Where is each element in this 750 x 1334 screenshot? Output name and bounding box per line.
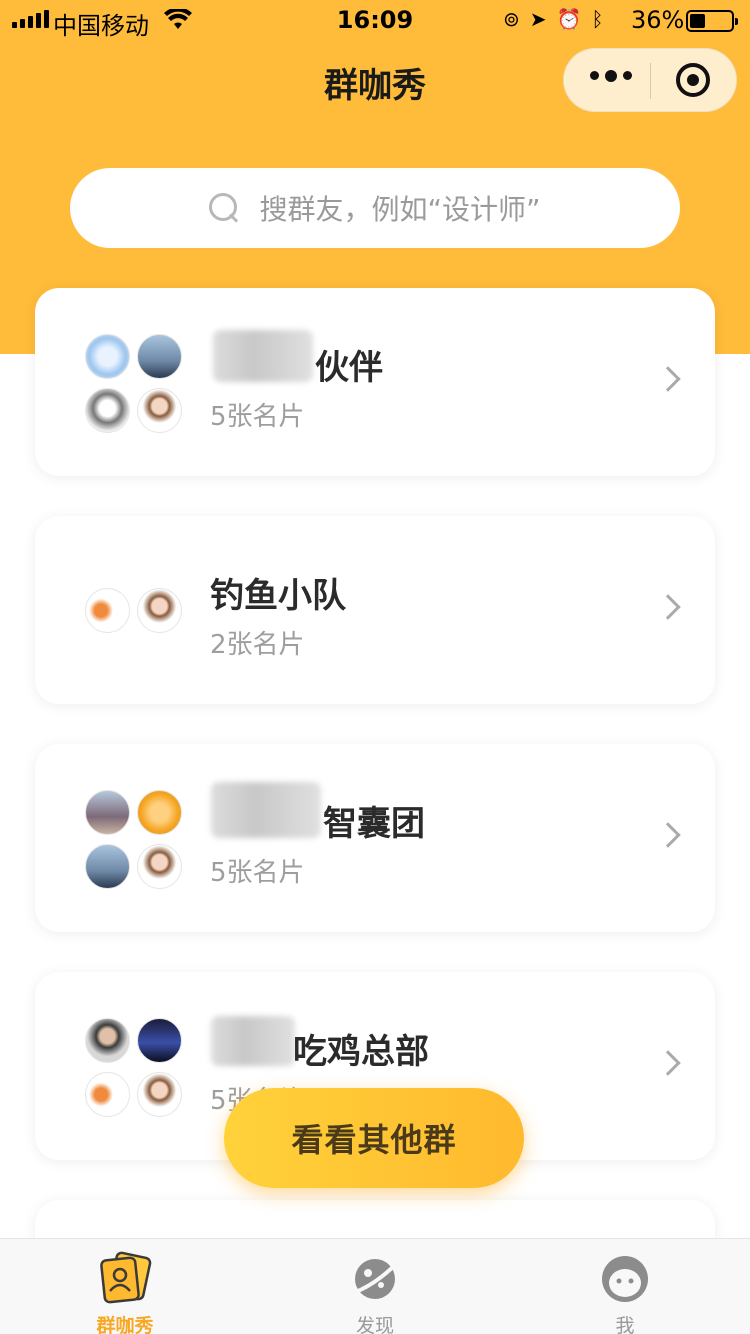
face-icon — [602, 1256, 648, 1302]
avatar — [85, 790, 130, 835]
battery-icon — [686, 10, 738, 32]
group-name: 伙伴 — [315, 348, 383, 388]
search-placeholder: 搜群友，例如“设计师” — [259, 193, 541, 226]
tab-discover[interactable]: 发现 — [250, 1239, 500, 1334]
tab-me[interactable]: 我 — [500, 1239, 750, 1334]
planet-icon — [352, 1259, 399, 1299]
avatar — [85, 1018, 130, 1063]
chevron-right-icon — [655, 1050, 681, 1076]
location-icon: ➤ — [529, 7, 547, 31]
avatar — [85, 588, 130, 633]
search-input[interactable]: 搜群友，例如“设计师” — [70, 168, 680, 248]
status-icons: ⊚ ➤ ⏰ ᛒ — [503, 7, 603, 31]
bluetooth-icon: ᛒ — [591, 7, 604, 31]
redacted-text — [213, 330, 313, 382]
group-avatars — [85, 288, 185, 476]
mini-program-capsule — [563, 48, 737, 112]
avatar — [85, 844, 130, 889]
group-card[interactable]: 钓鱼小队 2张名片 — [35, 516, 715, 704]
tab-bar: 群咖秀 发现 我 — [0, 1238, 750, 1334]
group-card[interactable]: 伙伴 5张名片 — [35, 288, 715, 476]
group-name: 智囊团 — [323, 804, 425, 844]
avatar — [137, 1018, 182, 1063]
tab-label: 我 — [615, 1315, 635, 1334]
chevron-right-icon — [655, 594, 681, 620]
cards-icon — [100, 1251, 152, 1304]
avatar — [137, 1072, 182, 1117]
card-count: 2张名片 — [210, 630, 305, 660]
search-icon — [209, 193, 239, 223]
alarm-icon: ⏰ — [556, 7, 582, 31]
card-count: 5张名片 — [210, 858, 305, 888]
avatar — [137, 388, 182, 433]
close-icon[interactable] — [676, 63, 710, 97]
avatar — [85, 334, 130, 379]
avatar — [137, 844, 182, 889]
see-other-groups-button[interactable]: 看看其他群 — [224, 1088, 524, 1188]
tab-label: 群咖秀 — [96, 1315, 154, 1334]
group-avatars — [85, 972, 185, 1160]
group-avatars — [85, 744, 185, 932]
redacted-text — [211, 1016, 295, 1066]
capsule-divider — [650, 63, 651, 99]
chevron-right-icon — [655, 822, 681, 848]
avatar — [137, 588, 182, 633]
tab-qunkaxiu[interactable]: 群咖秀 — [0, 1239, 250, 1334]
status-bar: 中国移动 16:09 ⊚ ➤ ⏰ ᛒ 36% — [0, 0, 750, 40]
group-name: 吃鸡总部 — [293, 1032, 429, 1072]
orientation-lock-icon: ⊚ — [503, 7, 520, 31]
avatar — [137, 790, 182, 835]
group-name: 钓鱼小队 — [210, 576, 346, 616]
redacted-text — [211, 782, 321, 838]
tab-label: 发现 — [355, 1315, 394, 1334]
group-card[interactable]: 智囊团 5张名片 — [35, 744, 715, 932]
more-icon[interactable] — [590, 70, 632, 82]
avatar — [85, 388, 130, 433]
chevron-right-icon — [655, 366, 681, 392]
battery-percent: 36% — [631, 6, 685, 34]
card-count: 5张名片 — [210, 402, 305, 432]
group-avatars — [85, 516, 185, 704]
avatar — [137, 334, 182, 379]
avatar — [85, 1072, 130, 1117]
